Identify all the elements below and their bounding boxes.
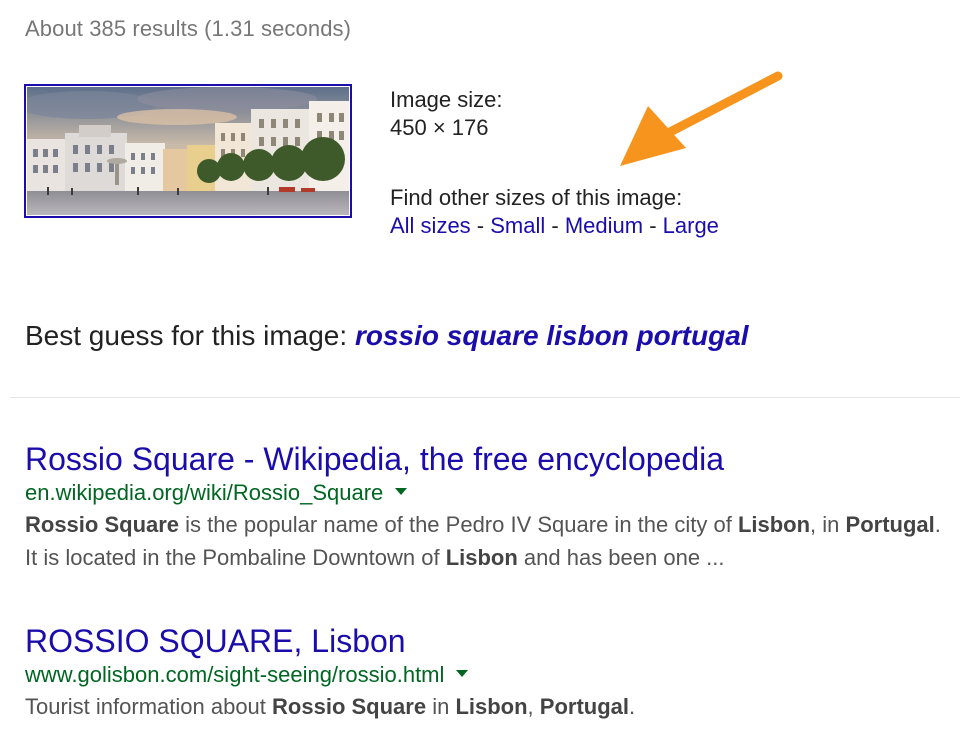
orange-arrow-icon	[620, 71, 783, 166]
snippet-text: .	[629, 694, 636, 719]
best-guess: Best guess for this image: rossio square…	[25, 320, 749, 352]
search-result: Rossio Square - Wikipedia, the free ency…	[25, 440, 945, 574]
best-guess-query-link[interactable]: rossio square lisbon portugal	[355, 320, 749, 351]
result-snippet: Rossio Square is the popular name of the…	[25, 508, 945, 574]
chevron-down-icon[interactable]	[456, 669, 469, 677]
result-title-link[interactable]: Rossio Square - Wikipedia, the free ency…	[25, 440, 945, 478]
result-url-text: www.golisbon.com/sight-seeing/rossio.htm…	[25, 662, 445, 687]
best-guess-label: Best guess for this image:	[25, 320, 355, 351]
result-stats: About 385 results (1.31 seconds)	[25, 16, 352, 41]
size-links: All sizes - Small - Medium - Large	[390, 212, 719, 240]
result-url: www.golisbon.com/sight-seeing/rossio.htm…	[25, 660, 945, 690]
snippet-text: in	[426, 694, 456, 719]
large-size-link[interactable]: Large	[663, 213, 719, 238]
snippet-keyword: Portugal	[845, 512, 935, 537]
snippet-keyword: Lisbon	[737, 512, 811, 537]
separator: -	[470, 213, 491, 238]
snippet-text: is the popular name of the Pedro IV Squa…	[179, 512, 738, 537]
snippet-keyword: Rossio Square	[25, 512, 180, 537]
small-size-link[interactable]: Small	[490, 213, 545, 238]
snippet-keyword: Lisbon	[445, 545, 518, 570]
all-sizes-link[interactable]: All sizes	[390, 213, 471, 238]
snippet-text: and has been one ...	[517, 545, 725, 570]
snippet-text: Tourist information about	[25, 694, 273, 719]
image-thumbnail[interactable]	[24, 84, 352, 218]
snippet-keyword: Lisbon	[455, 694, 528, 719]
separator: -	[643, 213, 663, 238]
search-result: ROSSIO SQUARE, Lisbon www.golisbon.com/s…	[25, 622, 945, 723]
snippet-text: ,	[527, 694, 540, 719]
result-url-text: en.wikipedia.org/wiki/Rossio_Square	[25, 480, 384, 505]
rossio-square-photo-icon	[27, 87, 349, 215]
divider	[10, 397, 960, 398]
separator: -	[545, 213, 565, 238]
chevron-down-icon[interactable]	[395, 487, 408, 495]
snippet-keyword: Portugal	[539, 694, 630, 719]
snippet-keyword: Rossio Square	[272, 694, 427, 719]
medium-size-link[interactable]: Medium	[565, 213, 643, 238]
result-url: en.wikipedia.org/wiki/Rossio_Square	[25, 478, 945, 508]
other-sizes-label: Find other sizes of this image:	[390, 185, 683, 210]
snippet-text: , in	[810, 512, 846, 537]
result-title-link[interactable]: ROSSIO SQUARE, Lisbon	[25, 622, 945, 660]
result-snippet: Tourist information about Rossio Square …	[25, 690, 945, 723]
